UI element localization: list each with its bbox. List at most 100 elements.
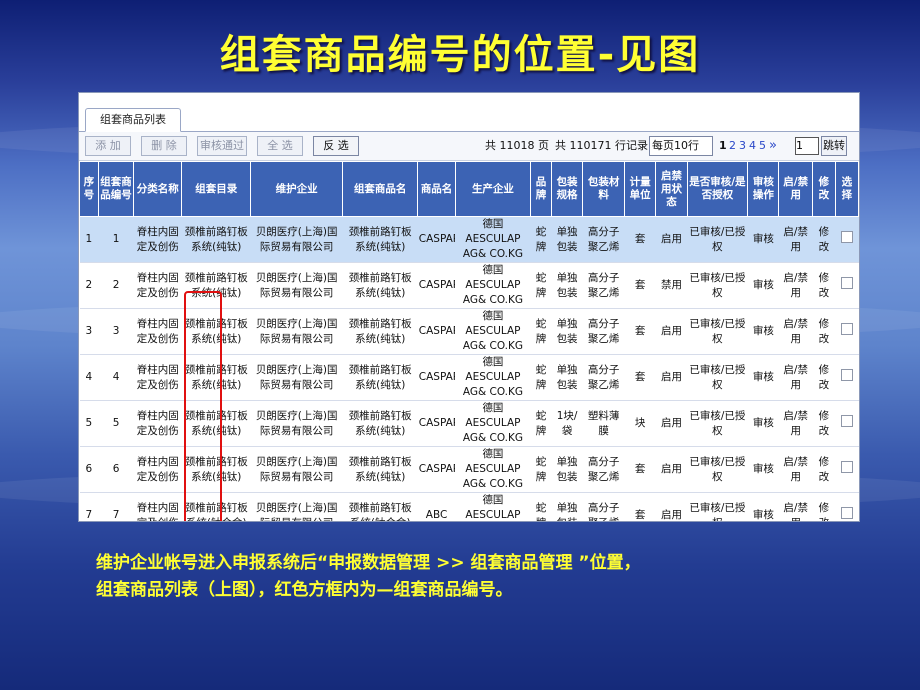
- cell-spec: 单独包装: [551, 308, 583, 355]
- cell-edit[interactable]: 修改: [812, 400, 836, 447]
- cell-brand: 蛇牌: [530, 216, 552, 263]
- cell-toggle[interactable]: 启/禁用: [778, 216, 813, 263]
- cell-op[interactable]: 审核: [747, 262, 779, 309]
- page-link-1[interactable]: 1: [719, 132, 727, 160]
- select-all-button[interactable]: 全 选: [257, 136, 303, 156]
- page-link-2[interactable]: 2: [729, 132, 736, 160]
- cell-op[interactable]: 审核: [747, 446, 779, 493]
- cell-brand_name: CASPAR: [417, 308, 456, 355]
- cell-name: 颈椎前路钉板系统(纯钛): [342, 354, 418, 401]
- row-checkbox[interactable]: [840, 415, 853, 427]
- cell-edit[interactable]: 修改: [812, 354, 836, 401]
- cell-mat: 高分子聚乙烯: [582, 308, 625, 355]
- cell-no: 6: [79, 446, 99, 493]
- cell-unit: 套: [624, 262, 656, 309]
- cell-audit: 已审核/已授权: [687, 216, 748, 263]
- cell-unit: 套: [624, 308, 656, 355]
- column-header: 启禁用状态: [655, 161, 688, 217]
- cell-edit[interactable]: 修改: [812, 262, 836, 309]
- invert-select-button[interactable]: 反 选: [313, 136, 359, 156]
- row-checkbox[interactable]: [840, 461, 853, 473]
- cell-op[interactable]: 审核: [747, 400, 779, 447]
- cell-spec: 单独包装: [551, 446, 583, 493]
- cell-op[interactable]: 审核: [747, 216, 779, 263]
- cell-cat: 脊柱内固定及创伤: [133, 400, 182, 447]
- cell-toggle[interactable]: 启/禁用: [778, 492, 813, 521]
- cell-toggle[interactable]: 启/禁用: [778, 308, 813, 355]
- page-size-select[interactable]: 每页10行 ▼: [649, 136, 713, 169]
- column-header: 品牌: [530, 161, 552, 217]
- row-checkbox[interactable]: [840, 323, 853, 335]
- cell-code: 2: [98, 262, 134, 309]
- cell-edit[interactable]: 修改: [812, 446, 836, 493]
- cell-toggle[interactable]: 启/禁用: [778, 262, 813, 309]
- row-checkbox[interactable]: [840, 369, 853, 381]
- cell-edit[interactable]: 修改: [812, 216, 836, 263]
- highlight-box: [184, 291, 222, 521]
- cell-toggle[interactable]: 启/禁用: [778, 354, 813, 401]
- page-input[interactable]: 1: [795, 137, 819, 155]
- cell-audit: 已审核/已授权: [687, 400, 748, 447]
- column-header: 组套商品名: [342, 161, 419, 217]
- cell-name: 颈椎前路钉板系统(纯钛): [342, 400, 418, 447]
- cell-ent: 贝朗医疗(上海)国际贸易有限公司: [250, 446, 343, 493]
- cell-mat: 高分子聚乙烯: [582, 446, 625, 493]
- jump-button[interactable]: 跳转: [821, 136, 847, 156]
- cell-cat: 脊柱内固定及创伤: [133, 446, 182, 493]
- cell-no: 7: [79, 492, 99, 521]
- cell-ent: 贝朗医疗(上海)国际贸易有限公司: [250, 400, 343, 447]
- cell-status: 启用: [655, 400, 688, 447]
- cell-brand_name: CASPAR: [417, 446, 456, 493]
- cell-ent: 贝朗医疗(上海)国际贸易有限公司: [250, 308, 343, 355]
- cell-edit[interactable]: 修改: [812, 492, 836, 521]
- caption-line-2: 组套商品列表（上图），红色方框内为—组套商品编号。: [96, 580, 513, 600]
- next-page-icon[interactable]: »: [769, 132, 777, 160]
- cell-select: [835, 216, 859, 263]
- table-row[interactable]: 1 1 脊柱内固定及创伤 颈椎前路钉板系统(纯钛) 贝朗医疗(上海)国际贸易有限公司 颈椎…: [79, 216, 859, 263]
- column-header: 是否审核/是否授权: [686, 161, 749, 217]
- approve-button[interactable]: 审核通过: [197, 136, 247, 156]
- cell-toggle[interactable]: 启/禁用: [778, 446, 813, 493]
- cell-audit: 已审核/已授权: [687, 308, 748, 355]
- column-header: 计量单位: [623, 161, 657, 217]
- cell-toggle[interactable]: 启/禁用: [778, 400, 813, 447]
- cell-maker: 德国AESCULAP AG& CO.KG: [455, 262, 531, 309]
- row-checkbox[interactable]: [840, 231, 853, 243]
- cell-status: 启用: [655, 308, 688, 355]
- cell-edit[interactable]: 修改: [812, 308, 836, 355]
- cell-audit: 已审核/已授权: [687, 446, 748, 493]
- page-link-5[interactable]: 5: [759, 132, 766, 160]
- cell-code: 1: [98, 216, 134, 263]
- cell-select: [835, 446, 859, 493]
- tab-bundle-list[interactable]: 组套商品列表: [85, 108, 181, 132]
- cell-maker: 德国AESCULAP AG& CO.KG: [455, 354, 531, 401]
- delete-button[interactable]: 删 除: [141, 136, 187, 156]
- cell-brand: 蛇牌: [530, 446, 552, 493]
- row-checkbox[interactable]: [840, 277, 853, 289]
- cell-unit: 套: [624, 446, 656, 493]
- cell-audit: 已审核/已授权: [687, 262, 748, 309]
- cell-no: 3: [79, 308, 99, 355]
- cell-status: 禁用: [655, 262, 688, 309]
- cell-brand_name: CASPAR: [417, 216, 456, 263]
- cell-dir: 颈椎前路钉板系统(纯钛): [181, 216, 251, 263]
- page-link-3[interactable]: 3: [739, 132, 746, 160]
- add-button[interactable]: 添 加: [85, 136, 131, 156]
- cell-op[interactable]: 审核: [747, 492, 779, 521]
- cell-brand_name: ABC: [417, 492, 456, 521]
- page-link-4[interactable]: 4: [749, 132, 756, 160]
- row-checkbox[interactable]: [840, 507, 853, 519]
- cell-ent: 贝朗医疗(上海)国际贸易有限公司: [250, 354, 343, 401]
- cell-op[interactable]: 审核: [747, 354, 779, 401]
- cell-mat: 高分子聚乙烯: [582, 492, 625, 521]
- cell-maker: 德国AESCULAP AG& CO.KG: [455, 446, 531, 493]
- cell-code: 3: [98, 308, 134, 355]
- cell-audit: 已审核/已授权: [687, 492, 748, 521]
- cell-op[interactable]: 审核: [747, 308, 779, 355]
- cell-brand_name: CASPAR: [417, 354, 456, 401]
- cell-mat: 塑料薄膜: [582, 400, 625, 447]
- column-header: 商品名: [417, 161, 456, 217]
- cell-cat: 脊柱内固定及创伤: [133, 308, 182, 355]
- cell-code: 6: [98, 446, 134, 493]
- column-header: 组套目录: [181, 161, 252, 217]
